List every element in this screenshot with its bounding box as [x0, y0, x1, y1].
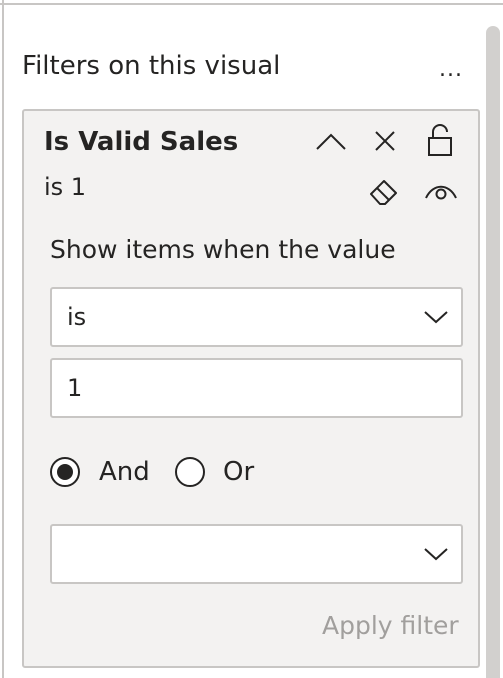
condition1-operator-dropdown[interactable]: is — [50, 287, 463, 347]
collapse-chevron-up-icon[interactable] — [314, 129, 348, 153]
or-radio[interactable] — [175, 457, 205, 487]
filter-summary: is 1 — [44, 173, 87, 201]
pane-top-border — [0, 0, 503, 5]
filter-card: Is Valid Sales is 1 Show items when the … — [22, 109, 480, 668]
filter-field-name: Is Valid Sales — [44, 127, 239, 157]
eye-icon[interactable] — [424, 179, 458, 201]
pane-left-divider — [2, 0, 4, 678]
condition1-value-input[interactable]: 1 — [50, 358, 463, 418]
show-items-label: Show items when the value — [50, 235, 396, 264]
pane-scrollbar[interactable] — [486, 26, 500, 678]
ellipsis-icon[interactable]: ... — [439, 59, 463, 81]
condition2-operator-dropdown[interactable] — [50, 524, 463, 584]
or-radio-label: Or — [223, 457, 255, 487]
close-icon[interactable] — [373, 129, 397, 153]
and-radio[interactable] — [50, 457, 80, 487]
section-title: Filters on this visual — [22, 51, 281, 81]
condition1-operator-value: is — [67, 303, 87, 331]
lock-icon[interactable] — [426, 123, 454, 157]
apply-filter-button[interactable]: Apply filter — [322, 611, 459, 640]
chevron-down-icon — [423, 546, 449, 566]
condition1-value-text: 1 — [67, 374, 83, 402]
and-radio-label: And — [99, 457, 150, 487]
eraser-icon[interactable] — [368, 176, 400, 206]
chevron-down-icon — [423, 309, 449, 329]
